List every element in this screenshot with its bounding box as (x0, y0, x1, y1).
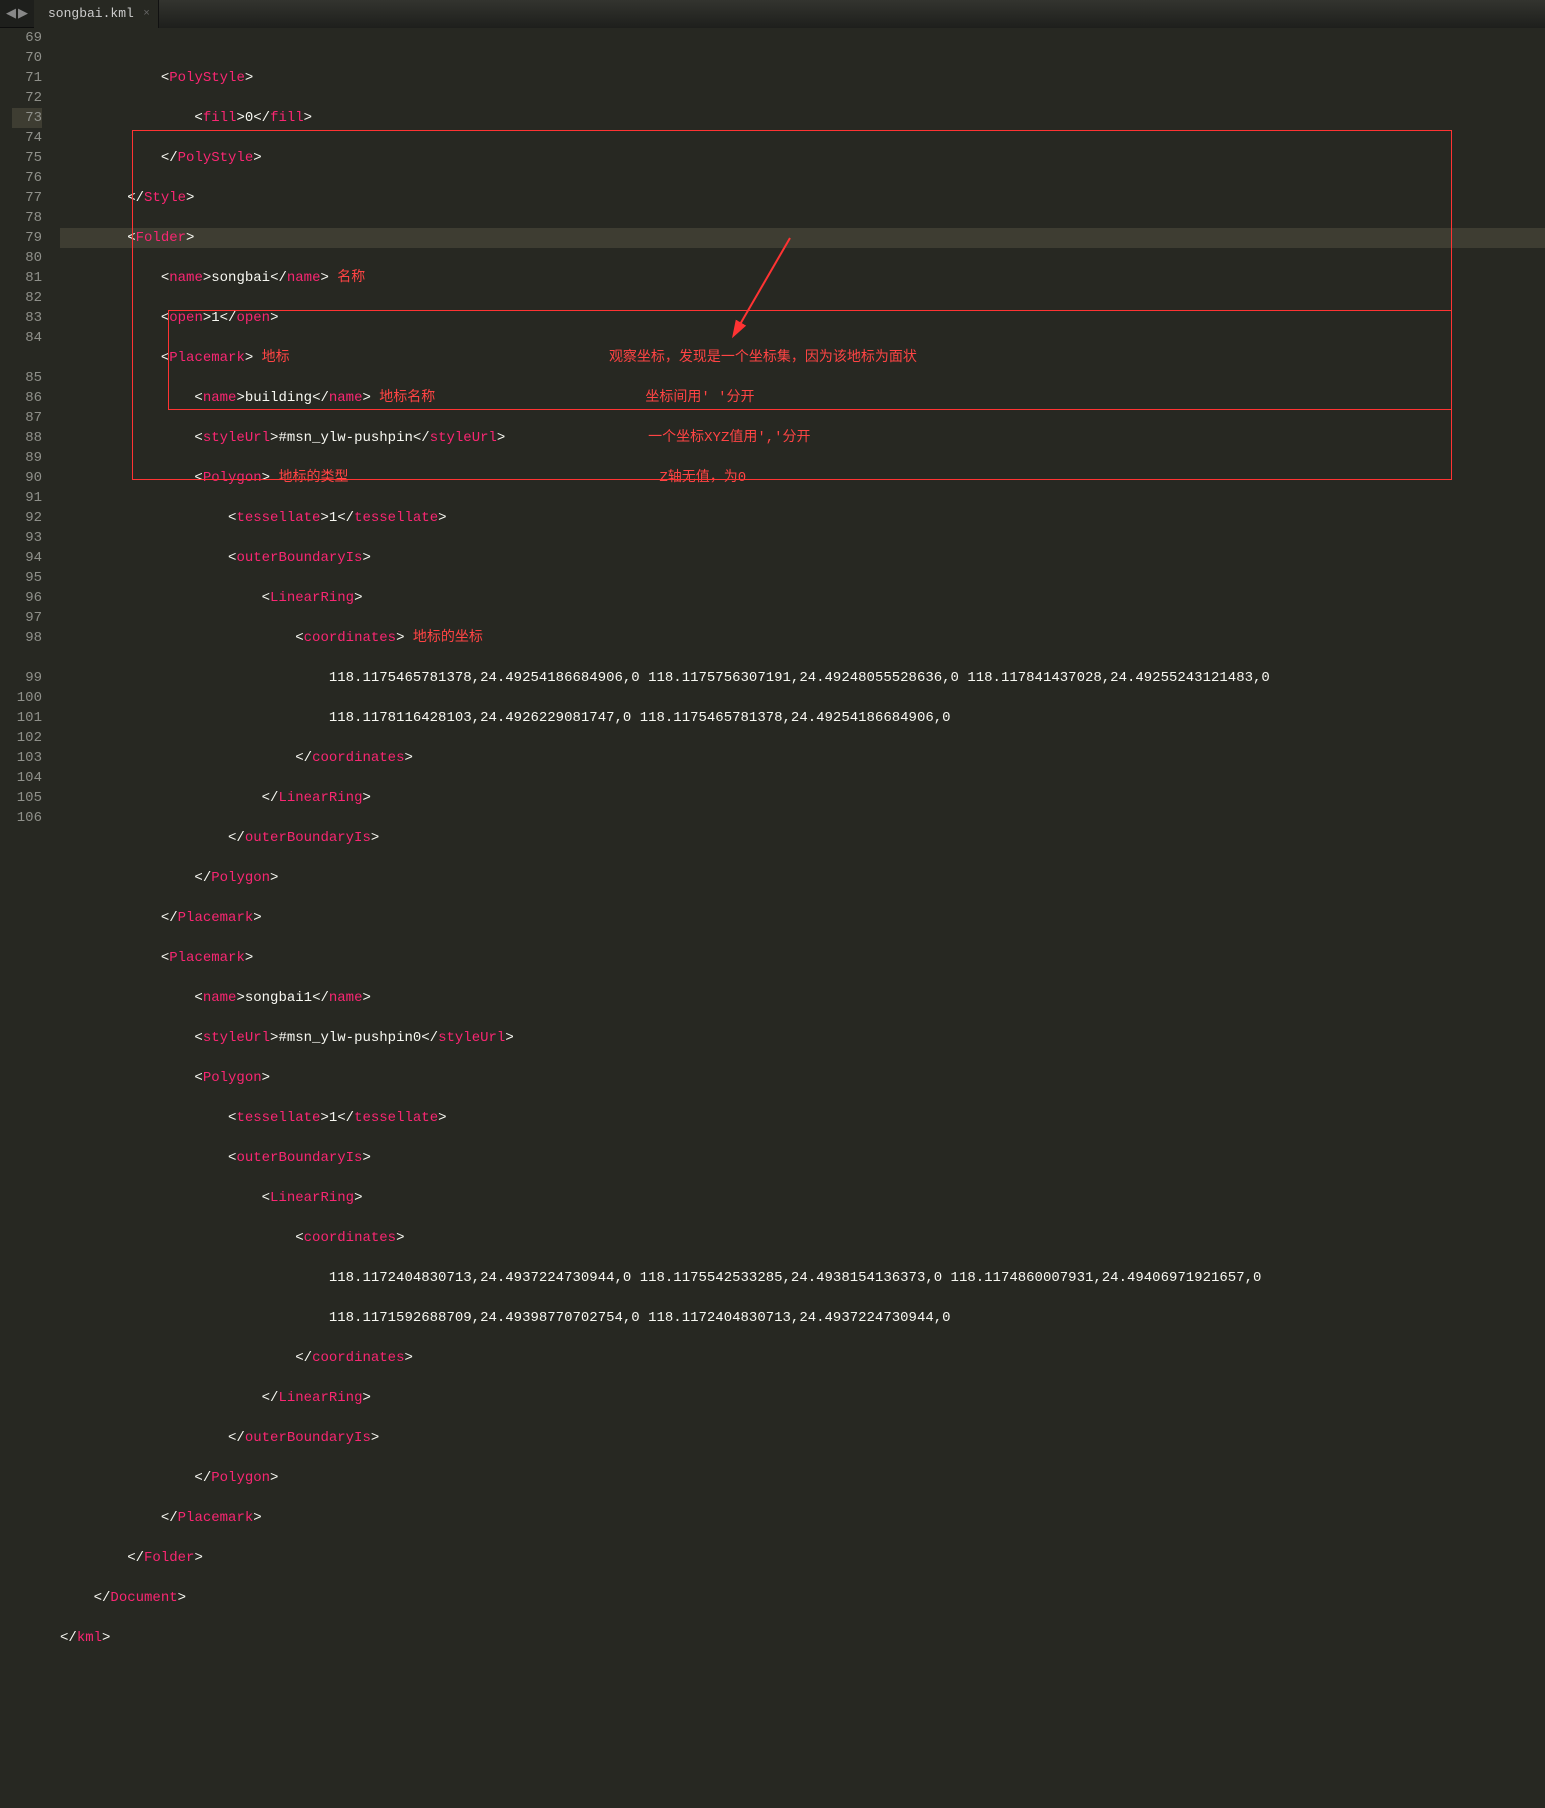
line-number: 78 (12, 208, 42, 228)
tag-document: Document (110, 1590, 177, 1606)
coords2-line2: 118.1171592688709,24.49398770702754,0 11… (329, 1310, 959, 1326)
coords2-line1: 118.1172404830713,24.4937224730944,0 118… (329, 1270, 1270, 1286)
coords-line2: 118.1178116428103,24.4926229081747,0 118… (329, 710, 959, 726)
line-number: 73 (12, 108, 42, 128)
line-number: 84 (12, 328, 42, 348)
line-number (12, 348, 42, 368)
line-number: 82 (12, 288, 42, 308)
editor[interactable]: 69707172737475767778798081828384 85868788… (0, 28, 1545, 1808)
coords-line1: 118.1175465781378,24.49254186684906,0 11… (329, 670, 1278, 686)
line-number: 88 (12, 428, 42, 448)
nav-arrows: ◀ ▶ (0, 6, 34, 21)
line-number: 105 (12, 788, 42, 808)
annotation-note4: Z轴无值，为0 (659, 470, 746, 486)
tag-folder: Folder (136, 230, 186, 246)
tag-tessellate: tessellate (236, 510, 320, 526)
line-number: 93 (12, 528, 42, 548)
line-number: 69 (12, 28, 42, 48)
line-number: 98 (12, 628, 42, 648)
annotation-note1: 观察坐标，发现是一个坐标集，因为该地标为面状 (609, 350, 917, 366)
annotation-pm-name: 地标名称 (379, 390, 435, 406)
line-number: 75 (12, 148, 42, 168)
line-number: 96 (12, 588, 42, 608)
line-number: 83 (12, 308, 42, 328)
line-number: 100 (12, 688, 42, 708)
tag-open: open (169, 310, 203, 326)
line-number (12, 648, 42, 668)
line-number: 95 (12, 568, 42, 588)
file-tab[interactable]: songbai.kml × (34, 0, 159, 28)
tag-style: Style (144, 190, 186, 206)
annotation-name: 名称 (337, 270, 365, 286)
annotation-note3: 一个坐标XYZ值用','分开 (648, 430, 810, 446)
tag-fill: fill (203, 110, 237, 126)
line-number: 97 (12, 608, 42, 628)
line-number: 91 (12, 488, 42, 508)
line-number: 103 (12, 748, 42, 768)
tag-polygon: Polygon (203, 470, 262, 486)
line-number: 77 (12, 188, 42, 208)
tag-coordinates: coordinates (304, 630, 396, 646)
line-number: 70 (12, 48, 42, 68)
line-number: 74 (12, 128, 42, 148)
line-number: 85 (12, 368, 42, 388)
nav-back-icon[interactable]: ◀ (6, 6, 16, 21)
line-number: 80 (12, 248, 42, 268)
line-number: 87 (12, 408, 42, 428)
line-number: 90 (12, 468, 42, 488)
tag-name: name (169, 270, 203, 286)
line-number: 101 (12, 708, 42, 728)
line-number: 71 (12, 68, 42, 88)
tab-bar: ◀ ▶ songbai.kml × (0, 0, 1545, 28)
annotation-placemark: 地标 (262, 350, 290, 366)
line-number: 94 (12, 548, 42, 568)
tag-polystyle: PolyStyle (169, 70, 245, 86)
tag-outerboundary: outerBoundaryIs (236, 550, 362, 566)
line-number: 79 (12, 228, 42, 248)
tab-filename: songbai.kml (48, 6, 134, 21)
line-gutter: 69707172737475767778798081828384 85868788… (0, 28, 60, 1808)
nav-forward-icon[interactable]: ▶ (18, 6, 28, 21)
tag-styleurl: styleUrl (203, 430, 270, 446)
line-number: 86 (12, 388, 42, 408)
annotation-coords: 地标的坐标 (413, 630, 483, 646)
line-number: 76 (12, 168, 42, 188)
line-number: 81 (12, 268, 42, 288)
line-number: 89 (12, 448, 42, 468)
line-number: 92 (12, 508, 42, 528)
tag-placemark: Placemark (169, 350, 245, 366)
close-icon[interactable]: × (143, 8, 150, 20)
line-number: 104 (12, 768, 42, 788)
line-number: 102 (12, 728, 42, 748)
tag-linearring: LinearRing (270, 590, 354, 606)
annotation-polygon: 地标的类型 (278, 470, 348, 486)
tab-bar-bg (159, 0, 1545, 28)
annotation-note2: 坐标间用' '分开 (645, 390, 754, 406)
line-number: 99 (12, 668, 42, 688)
line-number: 72 (12, 88, 42, 108)
line-number: 106 (12, 808, 42, 828)
code-area[interactable]: <PolyStyle> <fill><fill>0</fill>0</fill>… (60, 28, 1545, 1808)
tag-kml: kml (77, 1630, 102, 1646)
